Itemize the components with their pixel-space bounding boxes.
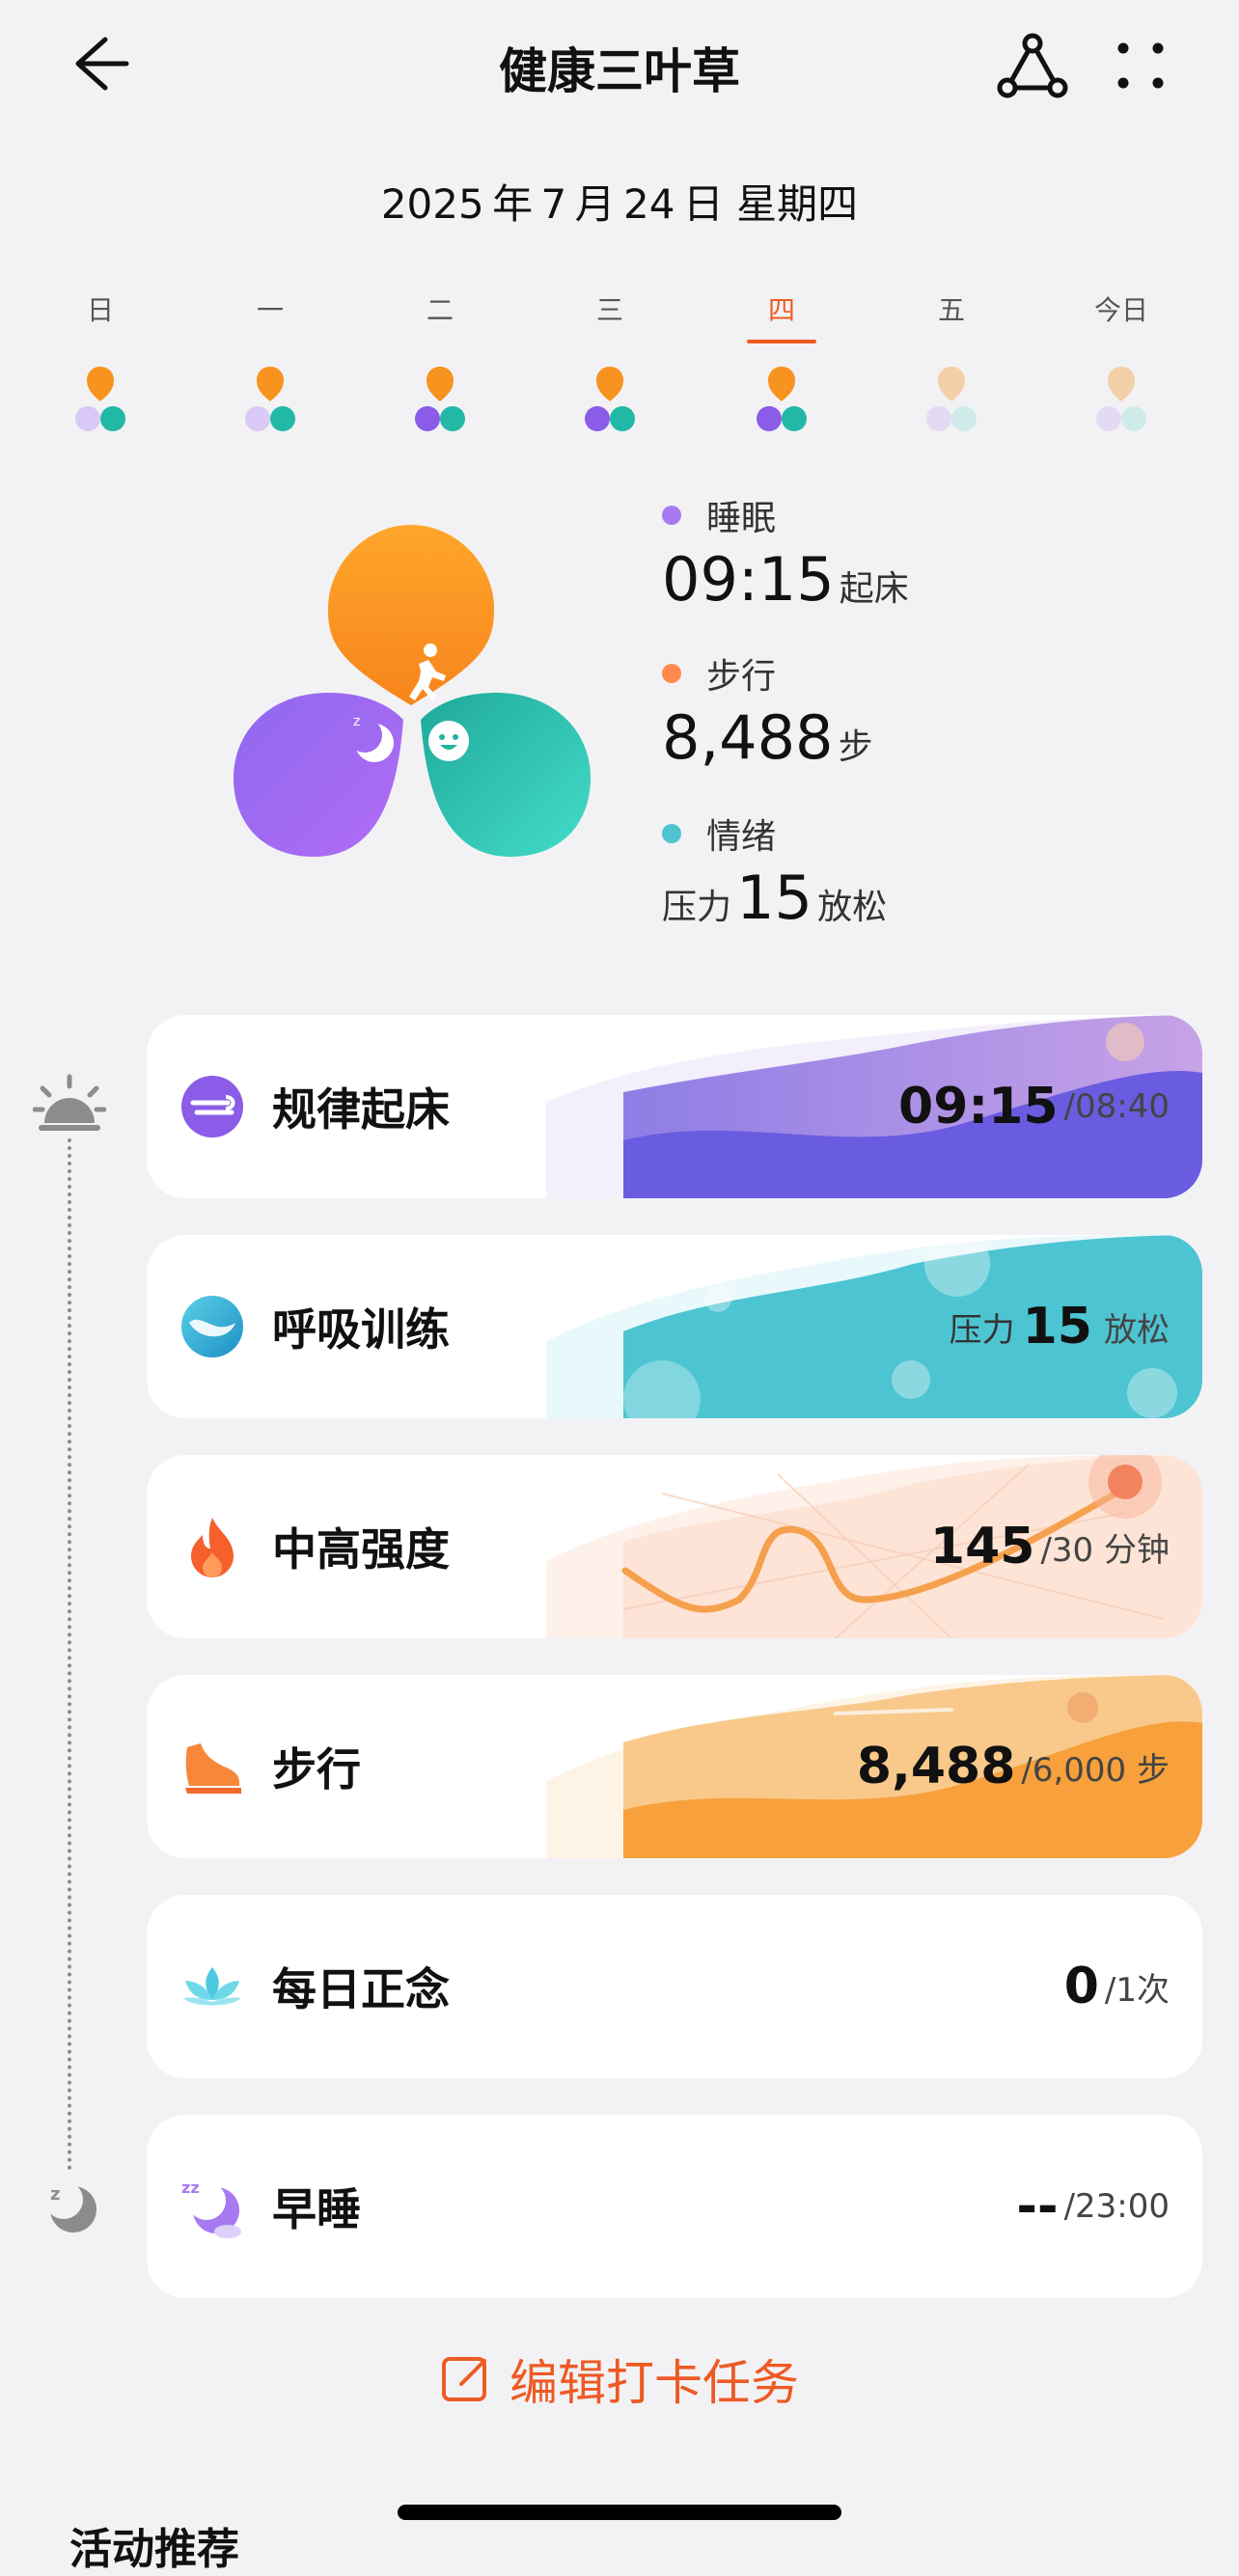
mood-unit: 放松: [817, 888, 888, 927]
svg-text:zz: zz: [181, 2179, 200, 2197]
share-button[interactable]: [992, 29, 1073, 102]
breath-icon: [181, 1296, 243, 1357]
task-value: 8,488: [856, 1738, 1016, 1795]
timeline-line: [68, 1138, 71, 2171]
mini-clover-icon: [415, 367, 465, 431]
week-day-label: 一: [256, 294, 284, 326]
task-name: 步行: [272, 1743, 361, 1795]
week-day-label: 四: [767, 294, 795, 326]
edit-label: 编辑打卡任务: [509, 2355, 799, 2411]
edit-tasks-button[interactable]: 编辑打卡任务: [0, 2344, 1239, 2414]
lotus-icon: [183, 1967, 241, 2006]
clover-graphic: z: [234, 525, 591, 857]
mini-clover-icon: [245, 367, 295, 431]
mini-clover-icon: [75, 367, 125, 431]
task-value: 145: [929, 1518, 1035, 1576]
task-target: /23:00: [1063, 2187, 1170, 2226]
week-day-label: 五: [937, 294, 965, 326]
sleep-leaf: [234, 693, 403, 857]
mood-leaf: [421, 693, 591, 857]
week-day-2[interactable]: 二: [382, 289, 498, 328]
week-day-1[interactable]: 一: [212, 289, 328, 328]
svg-text:z: z: [50, 2184, 60, 2205]
mood-label: 情绪: [706, 817, 777, 857]
active-day-underline: [747, 340, 816, 343]
task-prefix: 压力: [949, 1310, 1015, 1350]
section-title-activities: 活动推荐: [69, 2525, 239, 2574]
task-name: 规律起床: [272, 1083, 450, 1136]
more-button[interactable]: [1104, 29, 1177, 102]
task-card-breath[interactable]: 呼吸训练 压力 15 放松: [147, 1235, 1202, 1418]
steps-value: 8,488: [662, 702, 834, 773]
edit-icon: [442, 2357, 486, 2401]
svg-text:z: z: [353, 714, 360, 729]
sleep-unit: 起床: [839, 569, 909, 609]
date-display: 2025 年 7 月 24 日 星期四: [380, 180, 859, 228]
task-card-intensity[interactable]: 中高强度 145/30 分钟: [147, 1455, 1202, 1638]
mini-clover-icon: [757, 367, 807, 431]
share-icon: [997, 33, 1068, 98]
moon-icon: zz: [181, 2179, 241, 2238]
task-name: 早睡: [272, 2183, 361, 2235]
week-day-4[interactable]: 四: [724, 289, 840, 343]
summary-mood[interactable]: 情绪 压力 15 放松: [662, 808, 887, 933]
task-target: /08:40: [1063, 1087, 1170, 1126]
week-day-3[interactable]: 三: [552, 289, 668, 328]
mini-clover-icon: [585, 367, 635, 431]
mood-dot: [662, 824, 681, 843]
task-name: 中高强度: [272, 1523, 450, 1576]
task-name: 每日正念: [272, 1963, 450, 2015]
wake-icon: [181, 1076, 243, 1137]
week-day-label: 日: [86, 294, 114, 326]
week-day-label: 今日: [1093, 294, 1148, 326]
task-target: /6,000 步: [1021, 1750, 1170, 1790]
task-card-mindful[interactable]: 每日正念 0/1次: [147, 1895, 1202, 2078]
week-day-5[interactable]: 五: [894, 289, 1009, 328]
task-target: /1次: [1104, 1970, 1170, 2010]
summary-steps[interactable]: 步行 8,488 步: [662, 648, 873, 773]
week-day-label: 三: [595, 294, 623, 326]
sleep-dot: [662, 506, 681, 525]
mood-value: 15: [736, 863, 813, 933]
task-card-walk[interactable]: 步行 8,488/6,000 步: [147, 1675, 1202, 1858]
steps-dot: [662, 664, 681, 683]
task-value: 15: [1022, 1298, 1092, 1356]
task-value: --: [1016, 2178, 1059, 2235]
task-value: 0: [1063, 1958, 1099, 2015]
steps-label: 步行: [706, 657, 777, 697]
task-card-wake[interactable]: 规律起床 09:15/08:40: [147, 1015, 1202, 1198]
task-card-sleep[interactable]: zz 早睡 --/23:00: [147, 2115, 1202, 2298]
timeline-moon-icon: z: [44, 2179, 102, 2236]
sleep-value: 09:15: [662, 544, 835, 615]
shoe-icon: [185, 1743, 241, 1794]
task-value: 09:15: [898, 1078, 1059, 1136]
week-day-label: 二: [426, 294, 454, 326]
home-indicator[interactable]: [398, 2505, 841, 2520]
sleep-label: 睡眠: [706, 499, 777, 538]
summary-sleep[interactable]: 睡眠 09:15 起床: [662, 490, 909, 615]
mini-clover-icon: [1096, 367, 1146, 431]
task-target: 放松: [1104, 1310, 1170, 1350]
mood-prefix: 压力: [662, 888, 732, 927]
sunrise-icon: [32, 1073, 107, 1140]
smile-face-icon: [428, 721, 469, 761]
mini-clover-icon: [926, 367, 977, 431]
week-day-0[interactable]: 日: [42, 289, 158, 328]
steps-leaf: [328, 525, 494, 705]
task-name: 呼吸训练: [272, 1303, 450, 1356]
flame-icon: [191, 1518, 234, 1577]
more-dots-icon: [1117, 42, 1164, 89]
task-target: /30 分钟: [1040, 1530, 1170, 1570]
steps-unit: 步: [838, 727, 873, 767]
week-day-6[interactable]: 今日: [1063, 289, 1179, 328]
